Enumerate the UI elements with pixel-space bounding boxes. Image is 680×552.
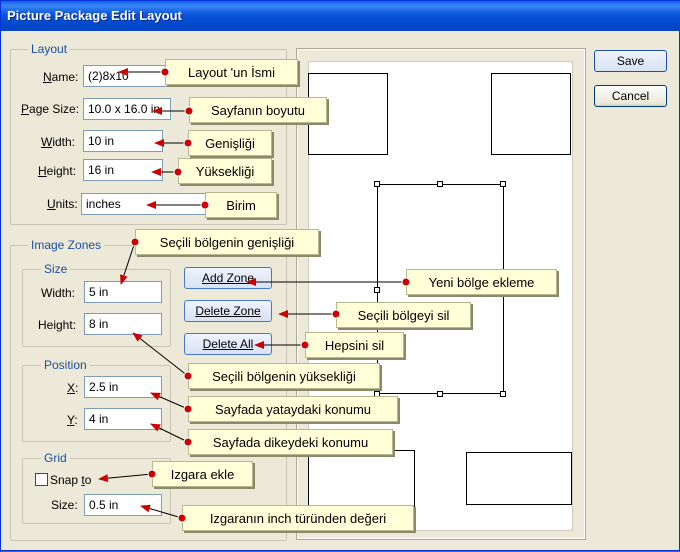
callout-page-size: Sayfanın boyutu: [189, 97, 327, 123]
callout-y-pos: Sayfada dikeydeki konumu: [188, 429, 393, 455]
zone-width-field[interactable]: 5 in: [84, 281, 162, 303]
cancel-button[interactable]: Cancel: [594, 85, 667, 107]
snap-to-checkbox[interactable]: [35, 473, 48, 486]
delete-all-button[interactable]: Delete All: [184, 333, 272, 355]
snap-to-label: Snap to: [50, 473, 92, 487]
callout-delete-zone: Seçili bölgeyi sil: [336, 302, 471, 328]
width-label: Width:: [41, 135, 76, 149]
name-label: Name:: [43, 70, 79, 84]
callout-x-pos: Sayfada yataydaki konumu: [188, 396, 398, 422]
callout-height: Yüksekliği: [178, 158, 272, 184]
window-title: Picture Package Edit Layout: [7, 8, 182, 23]
grid-size-field[interactable]: 0.5 in: [84, 494, 162, 516]
height-field[interactable]: 16 in: [83, 159, 163, 181]
add-zone-button[interactable]: Add Zone: [184, 267, 272, 289]
width-field[interactable]: 10 in: [83, 130, 163, 152]
resize-handle[interactable]: [500, 391, 506, 397]
preview-zone-top-right[interactable]: [491, 73, 571, 155]
dialog-window: Picture Package Edit Layout Layout Name:…: [0, 0, 680, 551]
height-label: Height:: [38, 164, 77, 178]
title-bar[interactable]: Picture Package Edit Layout: [1, 1, 680, 31]
save-button[interactable]: Save: [594, 50, 667, 72]
callout-units: Birim: [205, 192, 277, 218]
callout-zone-width: Seçili bölgenin genişliği: [135, 229, 319, 255]
page-size-label: Page Size:: [21, 102, 80, 116]
position-legend: Position: [41, 358, 90, 372]
resize-handle[interactable]: [500, 181, 506, 187]
name-field[interactable]: (2)8x10: [83, 65, 171, 87]
zone-height-label: Height:: [38, 318, 77, 332]
layout-legend: Layout: [28, 42, 71, 56]
page-size-field[interactable]: 10.0 x 16.0 in: [83, 98, 171, 120]
callout-add-zone: Yeni bölge ekleme: [406, 269, 557, 295]
callout-snap: Izgara ekle: [152, 461, 253, 487]
callout-width: Genişliği: [188, 130, 272, 156]
grid-size-label: Size:: [51, 498, 78, 512]
preview-zone-bottom-right[interactable]: [466, 452, 572, 505]
x-field[interactable]: 2.5 in: [84, 376, 162, 398]
resize-handle[interactable]: [374, 181, 380, 187]
x-label: X:: [67, 381, 79, 395]
grid-legend: Grid: [41, 451, 70, 465]
image-zones-legend: Image Zones: [28, 238, 105, 252]
zone-height-field[interactable]: 8 in: [84, 313, 162, 335]
y-label: Y:: [67, 413, 78, 427]
resize-handle[interactable]: [437, 181, 443, 187]
resize-handle[interactable]: [437, 391, 443, 397]
callout-zone-height: Seçili bölgenin yüksekliği: [188, 363, 380, 389]
size-legend: Size: [41, 262, 71, 276]
units-label: Units:: [47, 197, 78, 211]
zone-width-label: Width:: [41, 286, 76, 300]
callout-grid-size: Izgaranın inch türünden değeri: [182, 505, 414, 531]
y-field[interactable]: 4 in: [84, 408, 162, 430]
callout-delete-all: Hepsini sil: [305, 332, 404, 358]
callout-layout-name: Layout 'un İsmi: [165, 59, 298, 85]
delete-zone-button[interactable]: Delete Zone: [184, 300, 272, 322]
resize-handle[interactable]: [374, 287, 380, 293]
